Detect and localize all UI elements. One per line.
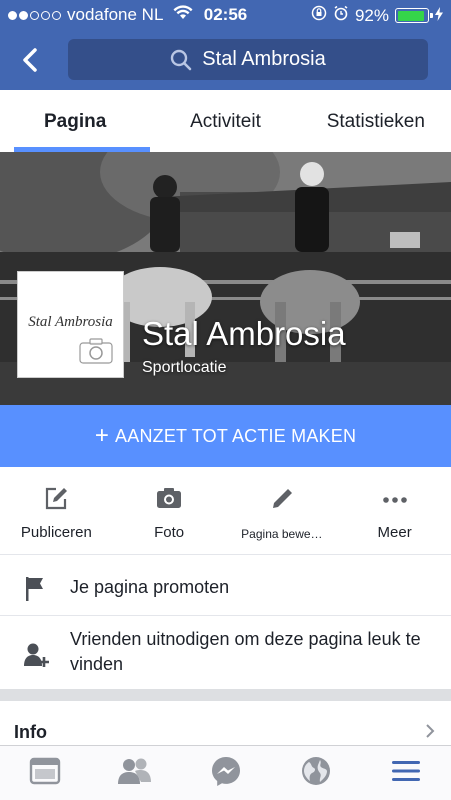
publish-button[interactable]: Publiceren xyxy=(0,467,113,554)
battery-icon xyxy=(395,8,433,23)
alarm-icon xyxy=(333,5,349,26)
camera-icon xyxy=(113,486,226,510)
tab-menu[interactable] xyxy=(361,746,451,800)
tab-pagina[interactable]: Pagina xyxy=(0,90,151,152)
photo-button[interactable]: Foto xyxy=(113,467,226,554)
more-button[interactable]: Meer xyxy=(338,467,451,554)
chevron-left-icon xyxy=(14,48,48,81)
info-title: Info xyxy=(14,722,47,742)
invite-friends-label: Vrienden uitnodigen om deze pagina leuk … xyxy=(70,629,421,674)
battery-percentage: 92% xyxy=(354,5,389,25)
info-section[interactable]: Info xyxy=(0,701,451,745)
globe-icon xyxy=(300,755,332,792)
add-friend-icon xyxy=(24,641,52,674)
menu-icon xyxy=(391,759,421,788)
tab-notifications[interactable] xyxy=(271,746,361,800)
status-right: 92% xyxy=(311,5,443,26)
edit-page-button[interactable]: Pagina bewe… xyxy=(226,467,339,554)
page-tabs: Pagina Activiteit Statistieken xyxy=(0,90,451,152)
charging-icon xyxy=(435,6,443,26)
more-icon xyxy=(338,486,451,512)
tab-activiteit[interactable]: Activiteit xyxy=(150,90,300,152)
photo-label: Foto xyxy=(154,524,185,541)
news-feed-icon xyxy=(29,757,61,790)
compose-icon xyxy=(0,486,113,512)
profile-picture[interactable]: Stal Ambrosia xyxy=(17,271,124,378)
call-to-action-button[interactable]: + AANZET TOT ACTIE MAKEN xyxy=(0,405,451,467)
cover-photo[interactable]: Stal Ambrosia Stal Ambrosia Sportlocatie xyxy=(0,152,451,405)
section-divider xyxy=(0,689,451,701)
search-icon xyxy=(170,49,192,71)
search-text: Stal Ambrosia xyxy=(202,48,326,70)
publish-label: Publiceren xyxy=(20,524,92,541)
invite-friends-row[interactable]: Vrienden uitnodigen om deze pagina leuk … xyxy=(0,617,451,689)
cta-label: AANZET TOT ACTIE MAKEN xyxy=(115,425,357,446)
navigation-bar: Stal Ambrosia xyxy=(0,30,451,90)
chevron-right-icon xyxy=(425,723,435,744)
messenger-icon xyxy=(210,755,242,792)
search-field[interactable]: Stal Ambrosia xyxy=(68,39,428,80)
friends-icon xyxy=(117,757,153,790)
tab-messenger[interactable] xyxy=(180,746,270,800)
page-logo: Stal Ambrosia xyxy=(28,314,113,330)
plus-icon: + xyxy=(94,422,110,449)
tab-news-feed[interactable] xyxy=(0,746,90,800)
promote-page-label: Je pagina promoten xyxy=(70,577,230,597)
status-bar: vodafone NL 02:56 92% xyxy=(0,0,451,30)
page-category[interactable]: Sportlocatie xyxy=(142,359,227,377)
pencil-icon xyxy=(226,486,339,512)
page-title: Stal Ambrosia xyxy=(142,315,346,352)
camera-icon[interactable] xyxy=(79,338,113,369)
rotation-lock-icon xyxy=(311,5,327,26)
back-button[interactable] xyxy=(14,43,48,77)
flag-icon xyxy=(24,576,46,607)
edit-page-label: Pagina bewe… xyxy=(241,527,323,541)
tab-friends[interactable] xyxy=(90,746,180,800)
bottom-tab-bar xyxy=(0,745,451,800)
tab-statistieken[interactable]: Statistieken xyxy=(301,90,451,152)
more-label: Meer xyxy=(377,524,412,541)
promote-page-row[interactable]: Je pagina promoten xyxy=(0,556,451,616)
action-bar: Publiceren Foto Pagina bewe… Meer xyxy=(0,467,451,555)
